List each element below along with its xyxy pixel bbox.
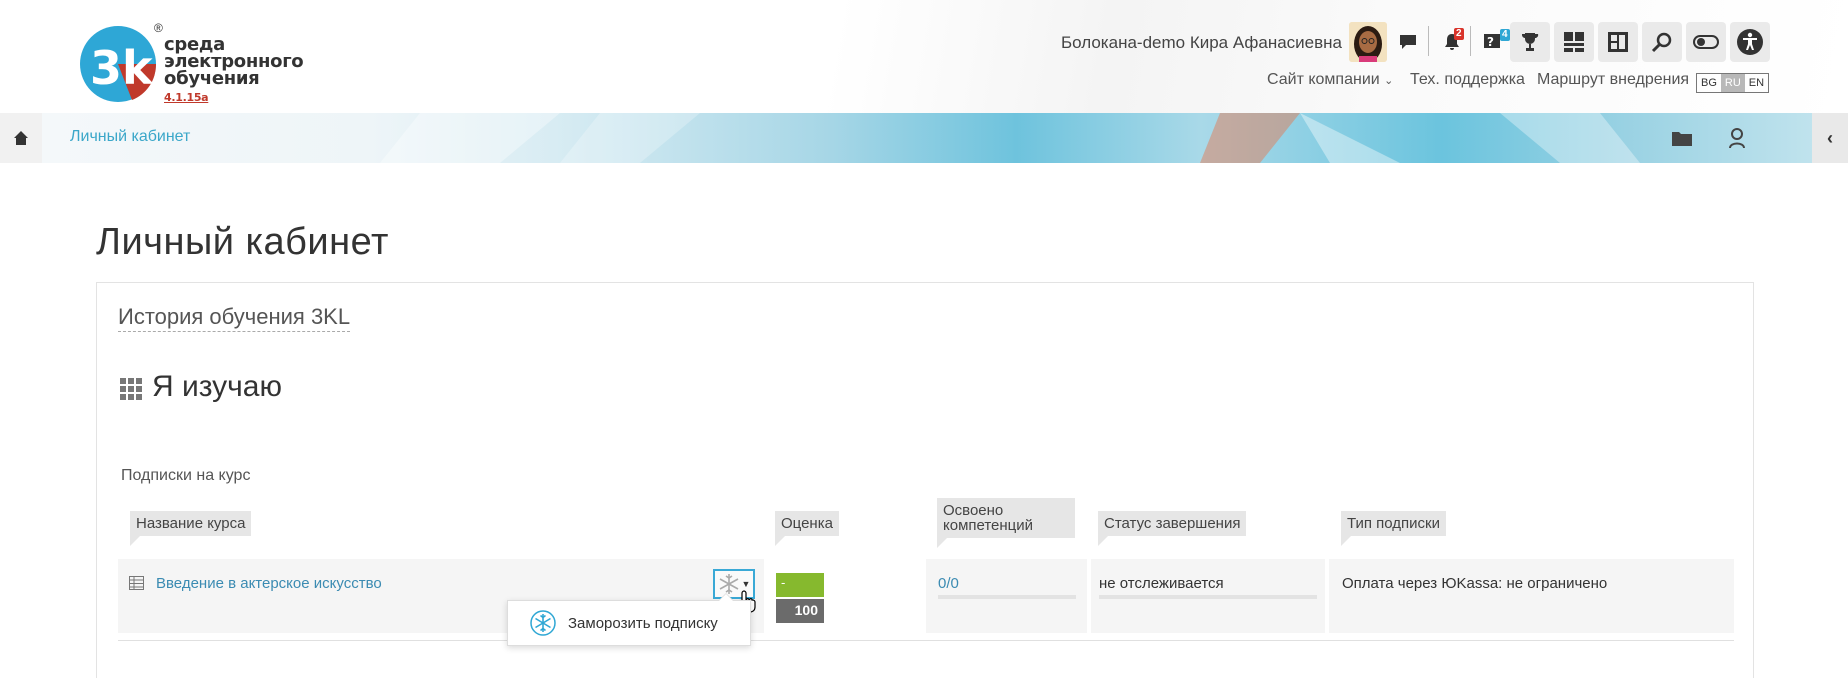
header-competencies: Освоено компетенций xyxy=(937,498,1075,548)
grid-icon xyxy=(120,378,142,400)
breadcrumb-current[interactable]: Личный кабинет xyxy=(70,128,190,146)
subscription-type-value: Оплата через ЮKassa: не ограничено xyxy=(1342,575,1608,592)
logo-mark-icon: 3k xyxy=(80,26,157,102)
lang-en[interactable]: EN xyxy=(1745,74,1768,92)
grade-max: 100 xyxy=(776,599,824,623)
status-progress xyxy=(1099,595,1317,599)
toggle-icon[interactable] xyxy=(1686,22,1726,62)
avatar[interactable] xyxy=(1349,22,1387,62)
questions-badge: 4 xyxy=(1500,29,1510,41)
notifications-badge: 2 xyxy=(1454,28,1464,40)
page-title: Личный кабинет xyxy=(96,221,389,263)
header-subscription-type: Тип подписки xyxy=(1341,511,1447,546)
header: 3k ® среда электронного обучения 4.1.15a… xyxy=(0,0,1848,113)
support-link[interactable]: Тех. поддержка xyxy=(1410,71,1525,89)
user-name[interactable]: Болокана-demo Кира Афанасиевна xyxy=(1061,33,1342,53)
accessibility-icon[interactable] xyxy=(1730,22,1770,62)
table-icon xyxy=(129,576,144,590)
logo-text: среда электронного обучения 4.1.15a xyxy=(164,36,304,106)
subscriptions-label: Подписки на курс xyxy=(121,467,251,484)
section-title: Я изучаю xyxy=(152,370,282,403)
home-button[interactable] xyxy=(0,113,42,163)
header-course: Название курса xyxy=(130,511,252,546)
sidebar-toggle[interactable]: ‹ xyxy=(1812,113,1848,163)
question-icon[interactable]: ? 4 xyxy=(1474,22,1514,62)
route-link[interactable]: Маршрут внедрения xyxy=(1537,71,1689,89)
banner-decoration xyxy=(380,113,1640,163)
layout-icon[interactable] xyxy=(1598,22,1638,62)
logo-registered: ® xyxy=(154,21,163,35)
grade-value: - xyxy=(776,573,824,597)
status-value: не отслеживается xyxy=(1099,575,1224,592)
breadcrumb-banner: Личный кабинет ‹ xyxy=(0,113,1848,163)
lang-bg[interactable]: BG xyxy=(1697,74,1721,92)
svg-text:?: ? xyxy=(1487,35,1494,49)
competencies-progress xyxy=(938,595,1076,599)
competencies-value[interactable]: 0/0 xyxy=(938,575,959,592)
course-link[interactable]: Введение в актерское искусство xyxy=(156,575,382,592)
trophy-icon[interactable] xyxy=(1510,22,1550,62)
home-icon xyxy=(14,131,28,145)
bell-icon[interactable]: 2 xyxy=(1432,22,1472,62)
panel-title[interactable]: История обучения 3KL xyxy=(118,304,351,332)
user-key-icon[interactable] xyxy=(1725,124,1753,152)
logo-version: 4.1.15a xyxy=(164,91,209,104)
row-divider xyxy=(118,640,1734,641)
chat-icon[interactable] xyxy=(1388,22,1428,62)
freeze-subscription-menu[interactable]: Заморозить подписку xyxy=(507,593,751,646)
dashboard-icon[interactable] xyxy=(1554,22,1594,62)
chevron-left-icon: ‹ xyxy=(1827,127,1833,148)
logo[interactable]: 3k ® среда электронного обучения 4.1.15a xyxy=(80,20,304,106)
lang-ru[interactable]: RU xyxy=(1720,74,1745,92)
subscription-type-cell xyxy=(1329,559,1734,633)
freeze-subscription-item[interactable]: Заморозить подписку xyxy=(568,615,718,632)
company-site-link[interactable]: Сайт компании ⌄ xyxy=(1267,71,1393,89)
search-icon[interactable] xyxy=(1642,22,1682,62)
snowflake-icon xyxy=(719,574,738,594)
folder-icon[interactable] xyxy=(1668,124,1696,152)
header-status: Статус завершения xyxy=(1098,511,1247,546)
header-divider xyxy=(1428,26,1429,56)
caret-down-icon: ▼ xyxy=(741,579,751,589)
header-grade: Оценка xyxy=(775,511,839,546)
logo-line3: обучения xyxy=(164,68,260,89)
language-switcher: BG RU EN xyxy=(1696,73,1770,93)
chevron-down-icon: ⌄ xyxy=(1384,75,1394,87)
logo-mark: 3k xyxy=(90,41,154,95)
header-divider xyxy=(1470,26,1471,56)
snowflake-icon xyxy=(530,610,556,636)
